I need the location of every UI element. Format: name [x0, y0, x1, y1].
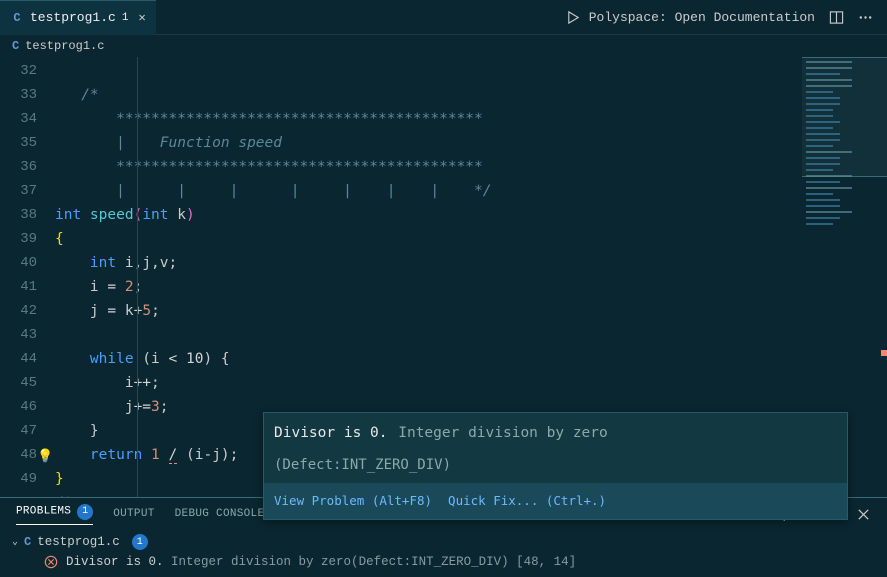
problems-badge: 1: [77, 504, 93, 520]
tab-problems[interactable]: PROBLEMS1: [16, 504, 93, 525]
quick-fix-link[interactable]: Quick Fix... (Ctrl+.): [448, 489, 606, 513]
c-file-icon: C: [12, 39, 19, 53]
problem-location: [48, 14]: [509, 555, 577, 569]
hover-title: Divisor is 0.: [274, 425, 388, 441]
more-icon[interactable]: [858, 10, 873, 25]
tab-output[interactable]: OUTPUT: [113, 508, 154, 520]
problem-message: Divisor is 0. Integer division by zero(D…: [66, 555, 576, 569]
line-number: 44: [0, 347, 37, 371]
code-area[interactable]: 💡 /* ***********************************…: [55, 57, 887, 497]
tab-dirty-indicator: 1: [122, 12, 129, 24]
tab-debug-console[interactable]: DEBUG CONSOLE: [175, 508, 265, 520]
line-number: 48: [0, 443, 37, 467]
editor-tab-bar: C testprog1.c 1 ✕ Polyspace: Open Docume…: [0, 0, 887, 35]
line-number: 37: [0, 179, 37, 203]
close-tab-icon[interactable]: ✕: [138, 10, 145, 25]
problem-item[interactable]: Divisor is 0. Integer division by zero(D…: [12, 552, 875, 569]
hover-message: Integer division by zero: [390, 425, 608, 441]
line-number: 45: [0, 371, 37, 395]
line-number: 36: [0, 155, 37, 179]
minimap-content: [806, 61, 882, 225]
chevron-down-icon: ⌄: [12, 536, 18, 548]
editor-tab[interactable]: C testprog1.c 1 ✕: [0, 0, 156, 35]
error-marker[interactable]: [881, 350, 887, 356]
line-number: 32: [0, 59, 37, 83]
file-problem-count: 1: [132, 534, 148, 550]
tab-filename: testprog1.c: [30, 10, 116, 25]
line-number: 43: [0, 323, 37, 347]
problems-list: ⌄ C testprog1.c 1 Divisor is 0. Integer …: [0, 530, 887, 571]
line-number: 40: [0, 251, 37, 275]
line-number: 35: [0, 131, 37, 155]
run-label: Polyspace: Open Documentation: [589, 10, 815, 25]
play-icon: [566, 10, 581, 25]
line-number: 34: [0, 107, 37, 131]
hover-code: (Defect:INT_ZERO_DIV): [264, 453, 847, 483]
line-number: 38: [0, 203, 37, 227]
problem-file-group[interactable]: ⌄ C testprog1.c 1: [12, 532, 875, 552]
c-file-icon: C: [10, 11, 24, 25]
breadcrumb-filename: testprog1.c: [25, 39, 104, 53]
line-number: 46: [0, 395, 37, 419]
view-problem-link[interactable]: View Problem (Alt+F8): [274, 489, 432, 513]
diagnostic-hover: Divisor is 0. Integer division by zero (…: [263, 412, 848, 520]
lightbulb-icon[interactable]: 💡: [37, 445, 53, 469]
close-panel-icon[interactable]: [856, 507, 871, 522]
editor-actions: Polyspace: Open Documentation: [552, 10, 887, 25]
indent-guide: [137, 57, 138, 497]
line-number: 33: [0, 83, 37, 107]
breadcrumb[interactable]: C testprog1.c: [0, 35, 887, 57]
line-number: 41: [0, 275, 37, 299]
code-editor[interactable]: 32 33 34 35 36 37 38 39 40 41 42 43 44 4…: [0, 57, 887, 497]
c-file-icon: C: [24, 535, 31, 549]
problem-file-name: testprog1.c: [37, 535, 120, 549]
line-number-gutter: 32 33 34 35 36 37 38 39 40 41 42 43 44 4…: [0, 57, 55, 497]
line-number: 47: [0, 419, 37, 443]
line-number: 42: [0, 299, 37, 323]
error-icon: [44, 555, 58, 569]
split-editor-icon[interactable]: [829, 10, 844, 25]
line-number: 39: [0, 227, 37, 251]
run-action[interactable]: Polyspace: Open Documentation: [566, 10, 815, 25]
line-number: 49: [0, 467, 37, 491]
